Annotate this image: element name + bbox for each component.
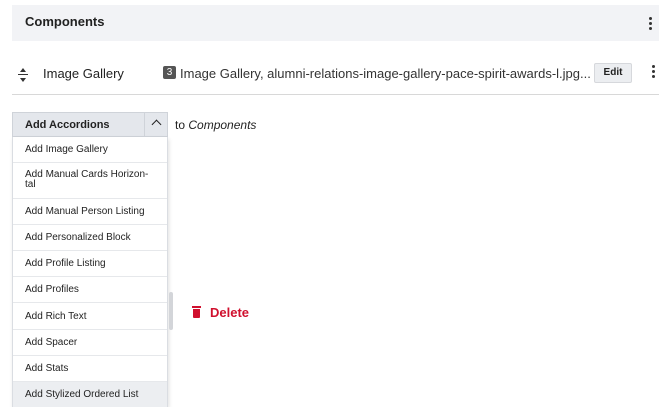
- menu-item[interactable]: Add Personalized Block: [13, 225, 167, 251]
- to-prefix: to: [175, 118, 186, 132]
- chevron-up-icon[interactable]: [151, 119, 162, 130]
- add-target-text: to Components: [175, 118, 256, 132]
- select-divider: [144, 113, 145, 136]
- components-title: Components: [25, 14, 105, 29]
- menu-item[interactable]: Add Profile Listing: [13, 251, 167, 277]
- menu-item[interactable]: Add Image Gallery: [13, 137, 167, 163]
- menu-item[interactable]: Add Stylized Ordered List: [13, 382, 167, 407]
- menu-item[interactable]: Add Manual Person Listing: [13, 199, 167, 225]
- menu-item[interactable]: Add Rich Text: [13, 303, 167, 330]
- component-summary: Image Gallery, alumni-relations-image-ga…: [180, 66, 591, 81]
- add-select-value: Add Accordions: [25, 119, 110, 131]
- menu-item[interactable]: Add Manual Cards Horizon-tal: [13, 163, 167, 199]
- to-target: Components: [188, 118, 257, 132]
- add-component-select[interactable]: Add Accordions: [12, 112, 168, 137]
- edit-button[interactable]: Edit: [594, 63, 632, 83]
- trash-icon[interactable]: [191, 306, 202, 319]
- kebab-menu-icon[interactable]: [652, 65, 656, 79]
- drag-handle-icon[interactable]: [18, 68, 28, 82]
- scroll-tab[interactable]: [169, 292, 173, 330]
- menu-item[interactable]: Add Stats: [13, 356, 167, 382]
- kebab-menu-icon[interactable]: [649, 17, 653, 31]
- add-component-menu: Add Image Gallery Add Manual Cards Horizo…: [12, 137, 168, 407]
- delete-button[interactable]: Delete: [210, 305, 249, 320]
- menu-item[interactable]: Add Spacer: [13, 330, 167, 356]
- component-name: Image Gallery: [43, 66, 124, 81]
- component-row: Image Gallery 3 Image Gallery, alumni-re…: [12, 53, 659, 95]
- components-header: Components: [12, 5, 659, 41]
- count-badge: 3: [163, 66, 176, 79]
- menu-item[interactable]: Add Profiles: [13, 277, 167, 303]
